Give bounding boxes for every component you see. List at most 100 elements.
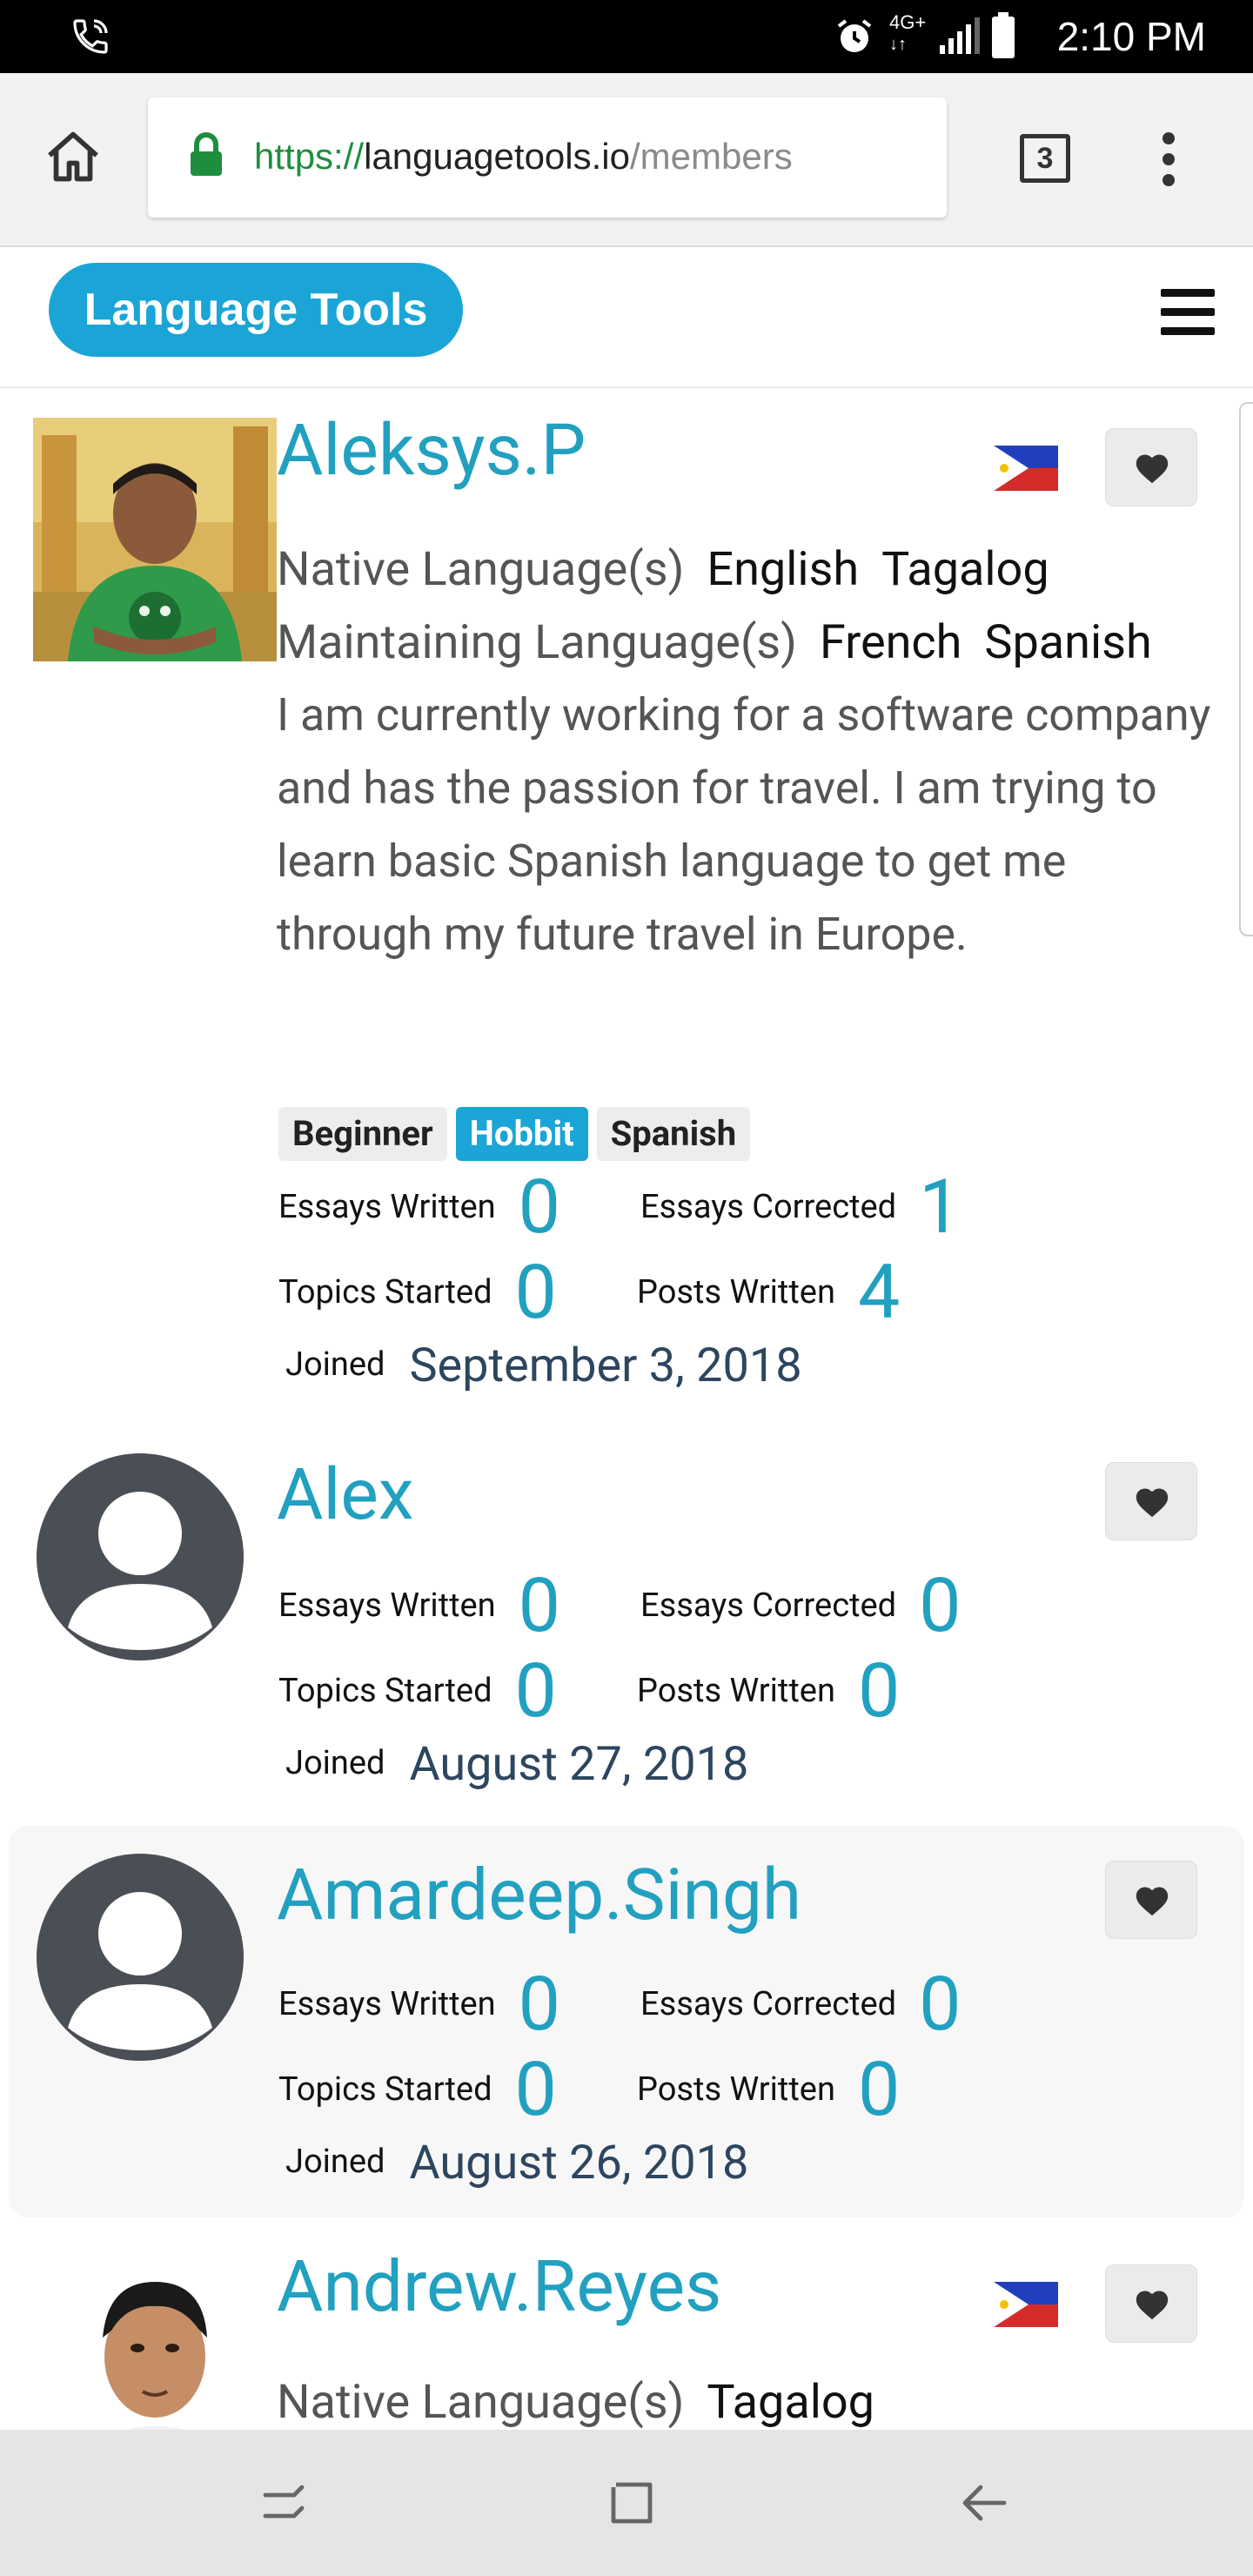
profile-photo	[33, 418, 277, 661]
member-card: Aleksys.P Native Language(s) English Tagal…	[9, 392, 1244, 1410]
essays-written-stat: Essays Written 0	[278, 1168, 560, 1246]
native-languages: Native Language(s) English Tagalog	[277, 540, 1049, 600]
rank-tag: Hobbit	[455, 1107, 588, 1161]
philippines-flag-icon	[994, 2282, 1058, 2327]
member-card: Alex Essays Written 0 Essays Corrected 0 T…	[9, 1427, 1244, 1819]
heart-icon	[1136, 1887, 1169, 1916]
network-type-label: 4G+	[889, 11, 927, 33]
joined-value: September 3, 2018	[409, 1338, 802, 1393]
posts-written-value: 4	[857, 1248, 901, 1336]
posts-written-stat: Posts Written 0	[637, 2050, 900, 2129]
signal-icon	[940, 17, 980, 54]
topics-started-stat: Topics Started 0	[278, 2050, 557, 2129]
native-languages-label: Native Language(s)	[277, 2375, 685, 2430]
topics-started-stat: Topics Started 0	[278, 1253, 557, 1332]
member-name[interactable]: Alex	[277, 1452, 414, 1539]
member-tags: Beginner Hobbit Spanish	[278, 1107, 759, 1163]
member-card: Andrew.Reyes Native Language(s) Tagalog	[9, 2226, 1244, 2430]
joined-label: Joined	[285, 2143, 385, 2181]
url-text[interactable]: https://languagetools.io/members	[254, 131, 793, 183]
language-value: Tagalog	[707, 2375, 874, 2430]
essays-corrected-stat: Essays Corrected 0	[640, 1566, 961, 1645]
joined-label: Joined	[285, 1744, 385, 1782]
topics-started-value: 0	[514, 1647, 557, 1734]
avatar[interactable]	[50, 2252, 259, 2430]
default-avatar-icon[interactable]	[37, 1453, 244, 1660]
home-square-icon[interactable]	[600, 2472, 663, 2534]
joined-value: August 26, 2018	[409, 2136, 749, 2190]
avatar[interactable]	[33, 418, 277, 661]
heart-icon	[1136, 2291, 1169, 2320]
essays-written-stat: Essays Written 0	[278, 1965, 560, 2043]
heart-icon	[1136, 1488, 1169, 1518]
lock-icon	[191, 132, 222, 176]
more-vert-icon[interactable]	[1147, 127, 1190, 191]
essays-corrected-label: Essays Corrected	[640, 1587, 897, 1625]
member-name[interactable]: Aleksys.P	[277, 407, 586, 494]
philippines-flag-icon	[994, 446, 1058, 491]
posts-written-stat: Posts Written 4	[637, 1253, 900, 1332]
url-field[interactable]: https://languagetools.io/members	[148, 97, 947, 218]
member-name[interactable]: Andrew.Reyes	[277, 2244, 721, 2331]
tabs-icon[interactable]: 3	[1020, 134, 1070, 183]
alarm-icon	[837, 19, 872, 52]
topics-started-value: 0	[514, 2045, 557, 2133]
level-tag: Beginner	[278, 1107, 447, 1161]
native-languages: Native Language(s) Tagalog	[277, 2372, 874, 2430]
posts-written-label: Posts Written	[637, 2070, 835, 2109]
topics-started-label: Topics Started	[278, 2070, 492, 2109]
default-avatar-icon[interactable]	[37, 1854, 244, 2061]
essays-corrected-stat: Essays Corrected 0	[640, 1965, 961, 2043]
tab-count: 3	[1036, 142, 1054, 175]
heart-icon	[1136, 454, 1169, 484]
maintaining-languages: Maintaining Language(s) French Spanish	[277, 613, 1152, 674]
topics-started-stat: Topics Started 0	[278, 1652, 557, 1730]
essays-corrected-label: Essays Corrected	[640, 1985, 897, 2023]
language-tag: Spanish	[596, 1107, 751, 1161]
favorite-button[interactable]	[1105, 2264, 1197, 2343]
favorite-button[interactable]	[1105, 1861, 1197, 1939]
posts-written-stat: Posts Written 0	[637, 1652, 900, 1730]
url-path: /members	[629, 136, 793, 177]
back-icon[interactable]	[952, 2472, 1015, 2534]
site-header: Language Tools	[0, 247, 1253, 388]
joined-date: Joined August 27, 2018	[285, 1737, 749, 1792]
browser-toolbar: https://languagetools.io/members 3	[0, 73, 1253, 247]
brand-logo[interactable]: Language Tools	[49, 263, 463, 357]
essays-written-value: 0	[518, 1960, 561, 2048]
favorite-button[interactable]	[1105, 428, 1197, 506]
essays-corrected-value: 0	[919, 1960, 962, 2048]
phone-call-icon	[73, 19, 108, 54]
essays-written-label: Essays Written	[278, 1587, 496, 1625]
favorite-button[interactable]	[1105, 1462, 1197, 1540]
recents-icon[interactable]	[252, 2472, 315, 2534]
topics-started-label: Topics Started	[278, 1273, 492, 1311]
essays-corrected-label: Essays Corrected	[640, 1188, 897, 1226]
posts-written-value: 0	[857, 1647, 901, 1734]
essays-written-stat: Essays Written 0	[278, 1566, 560, 1645]
network-icon: 4G+ ↓↑	[889, 11, 927, 55]
essays-written-label: Essays Written	[278, 1188, 496, 1226]
topics-started-value: 0	[514, 1248, 557, 1336]
system-nav-bar	[0, 2430, 1253, 2576]
joined-value: August 27, 2018	[409, 1737, 749, 1792]
profile-photo	[50, 2252, 259, 2430]
url-domain: languagetools.io	[364, 136, 630, 177]
status-bar: 4G+ ↓↑ 2:10 PM	[0, 0, 1253, 73]
essays-written-label: Essays Written	[278, 1985, 496, 2023]
member-bio: I am currently working for a software co…	[277, 688, 1211, 961]
home-icon[interactable]	[42, 125, 104, 188]
member-name[interactable]: Amardeep.Singh	[277, 1852, 801, 1939]
native-languages-label: Native Language(s)	[277, 542, 685, 597]
joined-label: Joined	[285, 1345, 385, 1384]
essays-written-value: 0	[518, 1163, 561, 1251]
status-time: 2:10 PM	[1056, 14, 1206, 59]
joined-date: Joined August 26, 2018	[285, 2136, 749, 2190]
language-value: French	[819, 615, 962, 670]
essays-corrected-value: 0	[919, 1561, 962, 1649]
joined-date: Joined September 3, 2018	[285, 1338, 802, 1393]
essays-written-value: 0	[518, 1561, 561, 1649]
menu-icon[interactable]	[1161, 289, 1215, 341]
language-value: Spanish	[984, 615, 1152, 670]
posts-written-value: 0	[857, 2045, 901, 2133]
